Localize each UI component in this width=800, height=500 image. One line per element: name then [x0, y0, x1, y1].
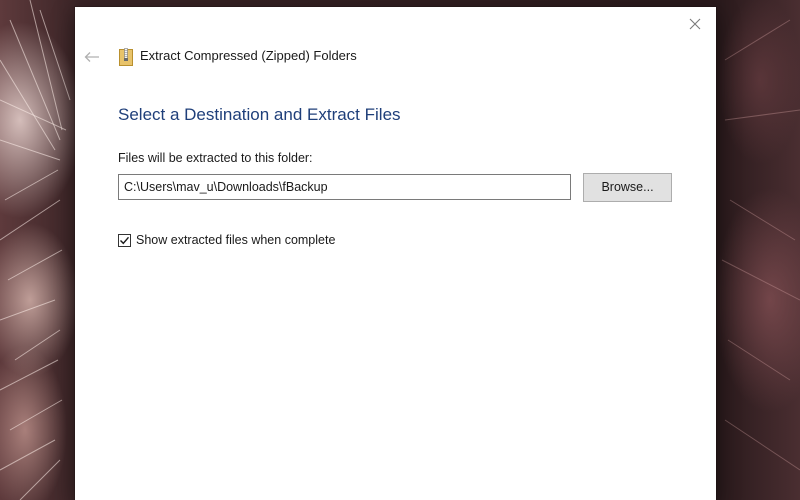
browse-button[interactable]: Browse... — [583, 173, 672, 202]
close-button[interactable] — [684, 13, 706, 35]
show-files-checkbox[interactable] — [118, 233, 131, 247]
show-files-option[interactable]: Show extracted files when complete — [118, 232, 335, 248]
zip-folder-icon — [119, 48, 133, 66]
page-heading: Select a Destination and Extract Files — [118, 105, 401, 124]
extract-dialog: Extract Compressed (Zipped) Folders Sele… — [75, 7, 716, 500]
destination-path-input[interactable] — [118, 174, 571, 200]
window-title: Extract Compressed (Zipped) Folders — [140, 48, 357, 63]
close-icon — [689, 18, 701, 30]
destination-label: Files will be extracted to this folder: — [118, 151, 313, 165]
show-files-label: Show extracted files when complete — [136, 233, 336, 247]
back-button[interactable] — [83, 48, 101, 66]
back-arrow-icon — [84, 52, 99, 62]
title-row: Extract Compressed (Zipped) Folders — [75, 45, 716, 69]
checkmark-icon — [120, 236, 130, 244]
